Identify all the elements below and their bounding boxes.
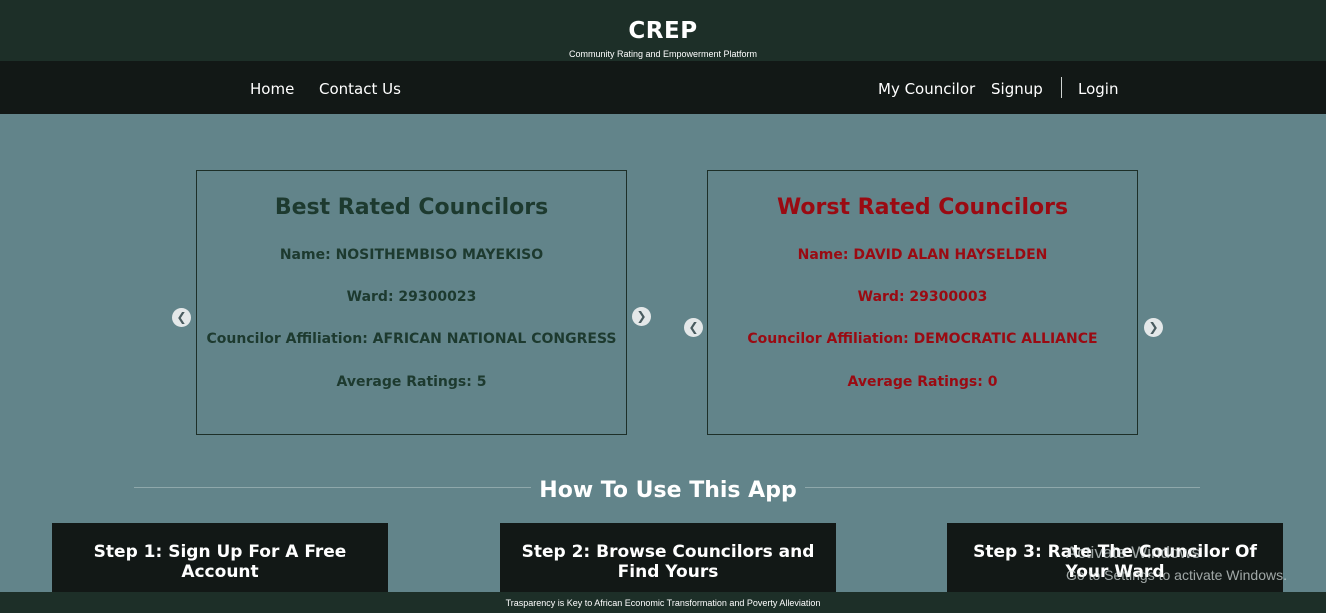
howto-title: How To Use This App [531, 478, 805, 510]
worst-prev-arrow-icon[interactable]: ❮ [684, 318, 703, 337]
best-prev-arrow-icon[interactable]: ❮ [172, 308, 191, 327]
navbar: Home Contact Us My Councilor Signup Logi… [0, 61, 1326, 114]
best-rated-card: Best Rated Councilors Name: NOSITHEMBISO… [196, 170, 627, 435]
nav-divider [1061, 77, 1062, 98]
step-1-card: Step 1: Sign Up For A Free Account [52, 523, 388, 598]
activate-windows-title: Activate Windows [1066, 543, 1201, 562]
best-councilor-affiliation: Councilor Affiliation: AFRICAN NATIONAL … [206, 331, 617, 347]
step-2-card: Step 2: Browse Councilors and Find Yours [500, 523, 836, 598]
site-footer: Trasparency is Key to African Economic T… [0, 592, 1326, 613]
site-header: CREP Community Rating and Empowerment Pl… [0, 0, 1326, 61]
nav-my-councilor-link[interactable]: My Councilor [878, 80, 975, 98]
site-title: CREP [628, 18, 698, 44]
worst-councilor-rating: Average Ratings: 0 [847, 374, 998, 390]
best-next-arrow-icon[interactable]: ❯ [632, 307, 651, 326]
site-subtitle: Community Rating and Empowerment Platfor… [568, 49, 758, 59]
best-card-title: Best Rated Councilors [274, 195, 549, 220]
best-councilor-ward: Ward: 29300023 [346, 289, 477, 305]
nav-signup-link[interactable]: Signup [991, 80, 1043, 98]
worst-card-title: Worst Rated Councilors [776, 195, 1069, 220]
nav-contact-link[interactable]: Contact Us [319, 80, 401, 98]
worst-councilor-ward: Ward: 29300003 [857, 289, 988, 305]
best-councilor-rating: Average Ratings: 5 [336, 374, 487, 390]
worst-councilor-name: Name: DAVID ALAN HAYSELDEN [797, 247, 1048, 263]
best-councilor-name: Name: NOSITHEMBISO MAYEKISO [279, 247, 544, 263]
activate-windows-subtitle: Go to Settings to activate Windows. [1066, 567, 1287, 583]
nav-home-link[interactable]: Home [250, 80, 294, 98]
worst-next-arrow-icon[interactable]: ❯ [1144, 318, 1163, 337]
worst-rated-card: Worst Rated Councilors Name: DAVID ALAN … [707, 170, 1138, 435]
worst-councilor-affiliation: Councilor Affiliation: DEMOCRATIC ALLIAN… [747, 331, 1098, 347]
nav-login-link[interactable]: Login [1078, 80, 1118, 98]
